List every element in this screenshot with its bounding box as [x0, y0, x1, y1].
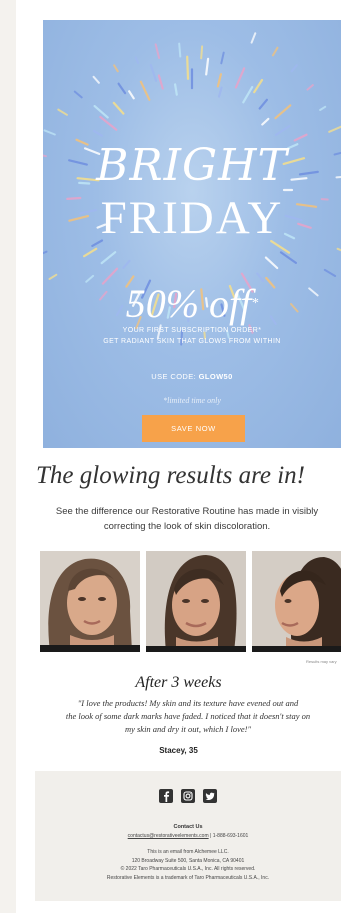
- result-photo-front: [40, 551, 140, 652]
- email-body: BRIGHT FRIDAY 50% off* YOUR FIRST SUBSCR…: [16, 0, 341, 913]
- footer-line-1: This is an email from Alchemee LLC.: [147, 849, 229, 855]
- hero-banner[interactable]: BRIGHT FRIDAY 50% off* YOUR FIRST SUBSCR…: [43, 20, 341, 448]
- testimonial-quote-line-1: "I love the products! My skin and its te…: [77, 698, 299, 708]
- hero-subline-2: GET RADIANT SKIN THAT GLOWS FROM WITHIN: [103, 338, 281, 345]
- twitter-icon[interactable]: [203, 789, 217, 803]
- testimonial-quote-line-3: my skin and dry it out, which I love!": [124, 724, 252, 734]
- contact-separator: |: [210, 833, 212, 839]
- hero-subline-1: YOUR FIRST SUBSCRIPTION ORDER*: [122, 327, 262, 334]
- footer-line-4: Restorative Elements is a trademark of T…: [106, 875, 270, 881]
- footer-contact-line: contactus@restorativeelements.com | 1-88…: [35, 833, 341, 839]
- testimonial-quote: "I love the products! My skin and its te…: [16, 697, 341, 736]
- save-now-button[interactable]: SAVE NOW: [142, 415, 245, 442]
- hero-headline-bright: BRIGHT: [96, 140, 288, 191]
- hero-limited-note: *limited time only: [163, 396, 221, 405]
- hero-discount: 50% off*: [43, 282, 341, 326]
- promo-code-label: USE CODE:: [151, 372, 197, 381]
- facebook-icon[interactable]: [159, 789, 173, 803]
- promo-code-value: GLOW50: [198, 372, 233, 381]
- result-photo-profile: [252, 551, 341, 652]
- footer-line-2: 120 Broadway Suite 500, Santa Monica, CA…: [131, 858, 245, 864]
- results-description: See the difference our Restorative Routi…: [16, 504, 341, 534]
- result-photo-angle: [146, 551, 246, 652]
- testimonial-author: Stacey, 35: [159, 746, 198, 755]
- results-description-line-2: correcting the look of skin discoloratio…: [103, 521, 271, 532]
- results-description-line-1: See the difference our Restorative Routi…: [55, 506, 319, 517]
- testimonial-quote-line-2: the look of some dark marks have faded. …: [65, 711, 311, 721]
- hero-discount-note: *: [251, 296, 259, 311]
- footer-contact-title: Contact Us: [173, 824, 203, 830]
- social-links: [35, 789, 341, 803]
- results-disclaimer: Results may vary: [306, 659, 337, 664]
- hero-headline-friday: FRIDAY: [100, 192, 284, 244]
- email-footer: Contact Us contactus@restorativeelements…: [35, 771, 341, 901]
- contact-phone: 1-888-693-1601: [212, 833, 249, 839]
- results-headline: The glowing results are in!: [36, 462, 305, 489]
- promo-code-line: USE CODE: GLOW50: [43, 372, 341, 381]
- hero-discount-value: 50% off: [125, 281, 252, 326]
- contact-email-link[interactable]: contactus@restorativeelements.com: [128, 833, 209, 839]
- after-weeks-title: After 3 weeks: [135, 674, 222, 691]
- instagram-icon[interactable]: [181, 789, 195, 803]
- footer-line-3: © 2022 Taro Pharmaceuticals U.S.A., Inc.…: [120, 866, 256, 872]
